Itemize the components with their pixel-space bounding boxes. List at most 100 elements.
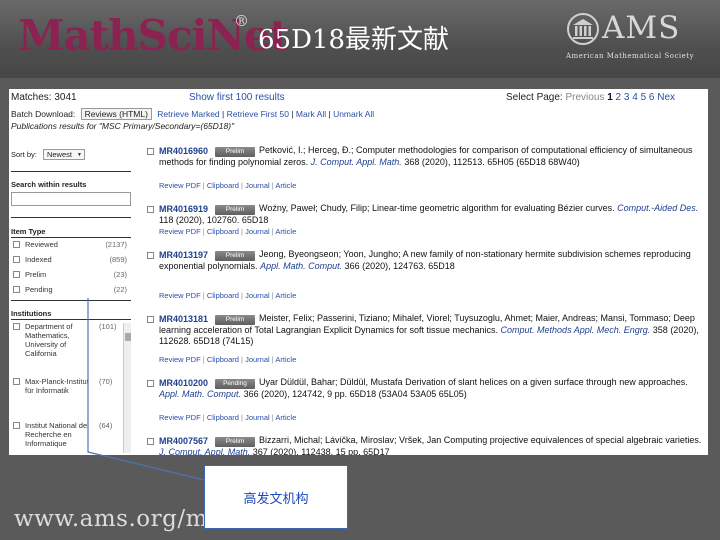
status-badge: Prelim — [215, 251, 255, 261]
retrieve-marked-link[interactable]: Retrieve Marked — [157, 109, 219, 119]
show-first-100-link[interactable]: Show first 100 results — [189, 92, 285, 103]
checkbox[interactable] — [13, 241, 20, 248]
institution-item[interactable]: Department of Mathematics, University of… — [11, 322, 123, 370]
result-links: Review PDF | Clipboard | Journal | Artic… — [159, 227, 297, 236]
item-type-prelim[interactable]: Prelim (23) — [11, 270, 131, 282]
result-checkbox[interactable] — [147, 252, 154, 259]
divider — [11, 300, 131, 301]
result-checkbox[interactable] — [147, 438, 154, 445]
callout-text: 高发文机构 — [243, 490, 309, 506]
previous-page-link[interactable]: Previous — [566, 92, 605, 103]
checkbox[interactable] — [13, 286, 20, 293]
divider — [11, 237, 131, 238]
journal-link[interactable]: Journal — [245, 413, 270, 422]
journal-link[interactable]: Journal — [245, 181, 270, 190]
result-links: Review PDF | Clipboard | Journal | Artic… — [159, 181, 297, 190]
article-link[interactable]: Article — [275, 355, 296, 364]
batch-download-select[interactable]: Reviews (HTML) — [80, 108, 152, 120]
clipboard-link[interactable]: Clipboard — [207, 227, 239, 236]
matches-count: Matches: 3041 — [11, 92, 77, 103]
result-checkbox[interactable] — [147, 148, 154, 155]
result-item: Jeong, Byeongseon; Yoon, Jungho; A new f… — [147, 249, 707, 305]
clipboard-link[interactable]: Clipboard — [207, 413, 239, 422]
results-toolbar: Matches: 3041 Show first 100 results Sel… — [11, 92, 676, 131]
review-pdf-link[interactable]: Review PDF — [159, 291, 201, 300]
divider — [11, 217, 131, 218]
divider — [11, 171, 131, 172]
sort-label: Sort by: — [11, 150, 37, 159]
next-page-link[interactable]: Nex — [657, 92, 675, 103]
select-page-label: Select Page: — [506, 92, 563, 103]
clipboard-link[interactable]: Clipboard — [207, 291, 239, 300]
item-type-indexed[interactable]: Indexed (859) — [11, 255, 131, 267]
journal-link[interactable]: Journal — [245, 227, 270, 236]
article-link[interactable]: Article — [275, 181, 296, 190]
page-link-3[interactable]: 3 — [624, 92, 630, 103]
item-type-pending[interactable]: Pending (22) — [11, 285, 131, 297]
page-link-6[interactable]: 6 — [649, 92, 655, 103]
review-pdf-link[interactable]: Review PDF — [159, 181, 201, 190]
page-link-4[interactable]: 4 — [632, 92, 638, 103]
checkbox[interactable] — [13, 271, 20, 278]
item-type-heading: Item Type — [11, 227, 46, 236]
unmark-all-link[interactable]: Unmark All — [333, 109, 374, 119]
result-checkbox[interactable] — [147, 316, 154, 323]
checkbox[interactable] — [13, 323, 20, 330]
page-selector: Select Page: Previous 1 2 3 4 5 6 Nex — [506, 92, 675, 103]
mr-number-link[interactable]: MR4016960 — [159, 146, 208, 156]
scrollbar-thumb[interactable] — [125, 333, 131, 341]
institution-item[interactable]: Max-Planck-Institut für Informatik (70) — [11, 377, 123, 417]
result-checkbox[interactable] — [147, 380, 154, 387]
mark-all-link[interactable]: Mark All — [296, 109, 326, 119]
checkbox[interactable] — [13, 256, 20, 263]
result-item: Woźny, Paweł; Chudy, Filip; Linear-time … — [147, 203, 707, 241]
status-badge: Prelim — [215, 147, 255, 157]
status-badge: Prelim — [215, 205, 255, 215]
ams-wordmark: AMS — [602, 10, 681, 46]
article-link[interactable]: Article — [275, 291, 296, 300]
article-link[interactable]: Article — [275, 227, 296, 236]
checkbox[interactable] — [13, 378, 20, 385]
mr-number-link[interactable]: MR4016919 — [159, 204, 208, 214]
institutions-heading: Institutions — [11, 309, 52, 318]
item-type-reviewed[interactable]: Reviewed (2137) — [11, 240, 131, 252]
journal-link[interactable]: Journal — [245, 355, 270, 364]
clipboard-link[interactable]: Clipboard — [207, 181, 239, 190]
clipboard-link[interactable]: Clipboard — [207, 355, 239, 364]
registered-mark: ® — [234, 12, 249, 30]
mr-number-link[interactable]: MR4007567 — [159, 436, 208, 446]
search-within-heading: Search within results — [11, 180, 87, 189]
page-link-1[interactable]: 1 — [607, 92, 613, 103]
review-pdf-link[interactable]: Review PDF — [159, 413, 201, 422]
divider — [11, 319, 131, 320]
page-link-5[interactable]: 5 — [641, 92, 647, 103]
search-within-input[interactable] — [11, 192, 131, 206]
publications-query: Publications results for "MSC Primary/Se… — [11, 121, 235, 131]
page-link-2[interactable]: 2 — [616, 92, 622, 103]
result-item: Meister, Felix; Passerini, Tiziano; Miha… — [147, 313, 707, 369]
checkbox[interactable] — [13, 422, 20, 429]
journal-link[interactable]: Journal — [245, 291, 270, 300]
result-links: Review PDF | Clipboard | Journal | Artic… — [159, 291, 297, 300]
callout-box: 高发文机构 — [204, 465, 348, 529]
article-link[interactable]: Article — [275, 413, 296, 422]
slide-header: MathSciNet ® 65D18最新文献 AMS American Math… — [0, 0, 720, 78]
results-list: Petković, I.; Herceg, Đ.; Computer metho… — [147, 145, 707, 455]
status-badge: Prelim — [215, 437, 255, 447]
result-item: Uyar Düldül, Bahar; Düldül, Mustafa Deri… — [147, 377, 707, 427]
mr-number-link[interactable]: MR4013197 — [159, 250, 208, 260]
result-links: Review PDF | Clipboard | Journal | Artic… — [159, 355, 297, 364]
result-item: Petković, I.; Herceg, Đ.; Computer metho… — [147, 145, 707, 195]
result-checkbox[interactable] — [147, 206, 154, 213]
institutions-scrollbar[interactable] — [123, 323, 131, 453]
review-pdf-link[interactable]: Review PDF — [159, 227, 201, 236]
status-badge: Prelim — [215, 315, 255, 325]
mathscinet-screenshot: Matches: 3041 Show first 100 results Sel… — [9, 89, 708, 455]
review-pdf-link[interactable]: Review PDF — [159, 355, 201, 364]
retrieve-first-50-link[interactable]: Retrieve First 50 — [227, 109, 289, 119]
institution-item[interactable]: Institut National de Recherche en Inform… — [11, 421, 123, 455]
mr-number-link[interactable]: MR4010200 — [159, 378, 208, 388]
mr-number-link[interactable]: MR4013181 — [159, 314, 208, 324]
sort-dropdown[interactable]: Newest — [42, 149, 85, 160]
filter-sidebar: Sort by: Newest Search within results It… — [11, 145, 133, 455]
